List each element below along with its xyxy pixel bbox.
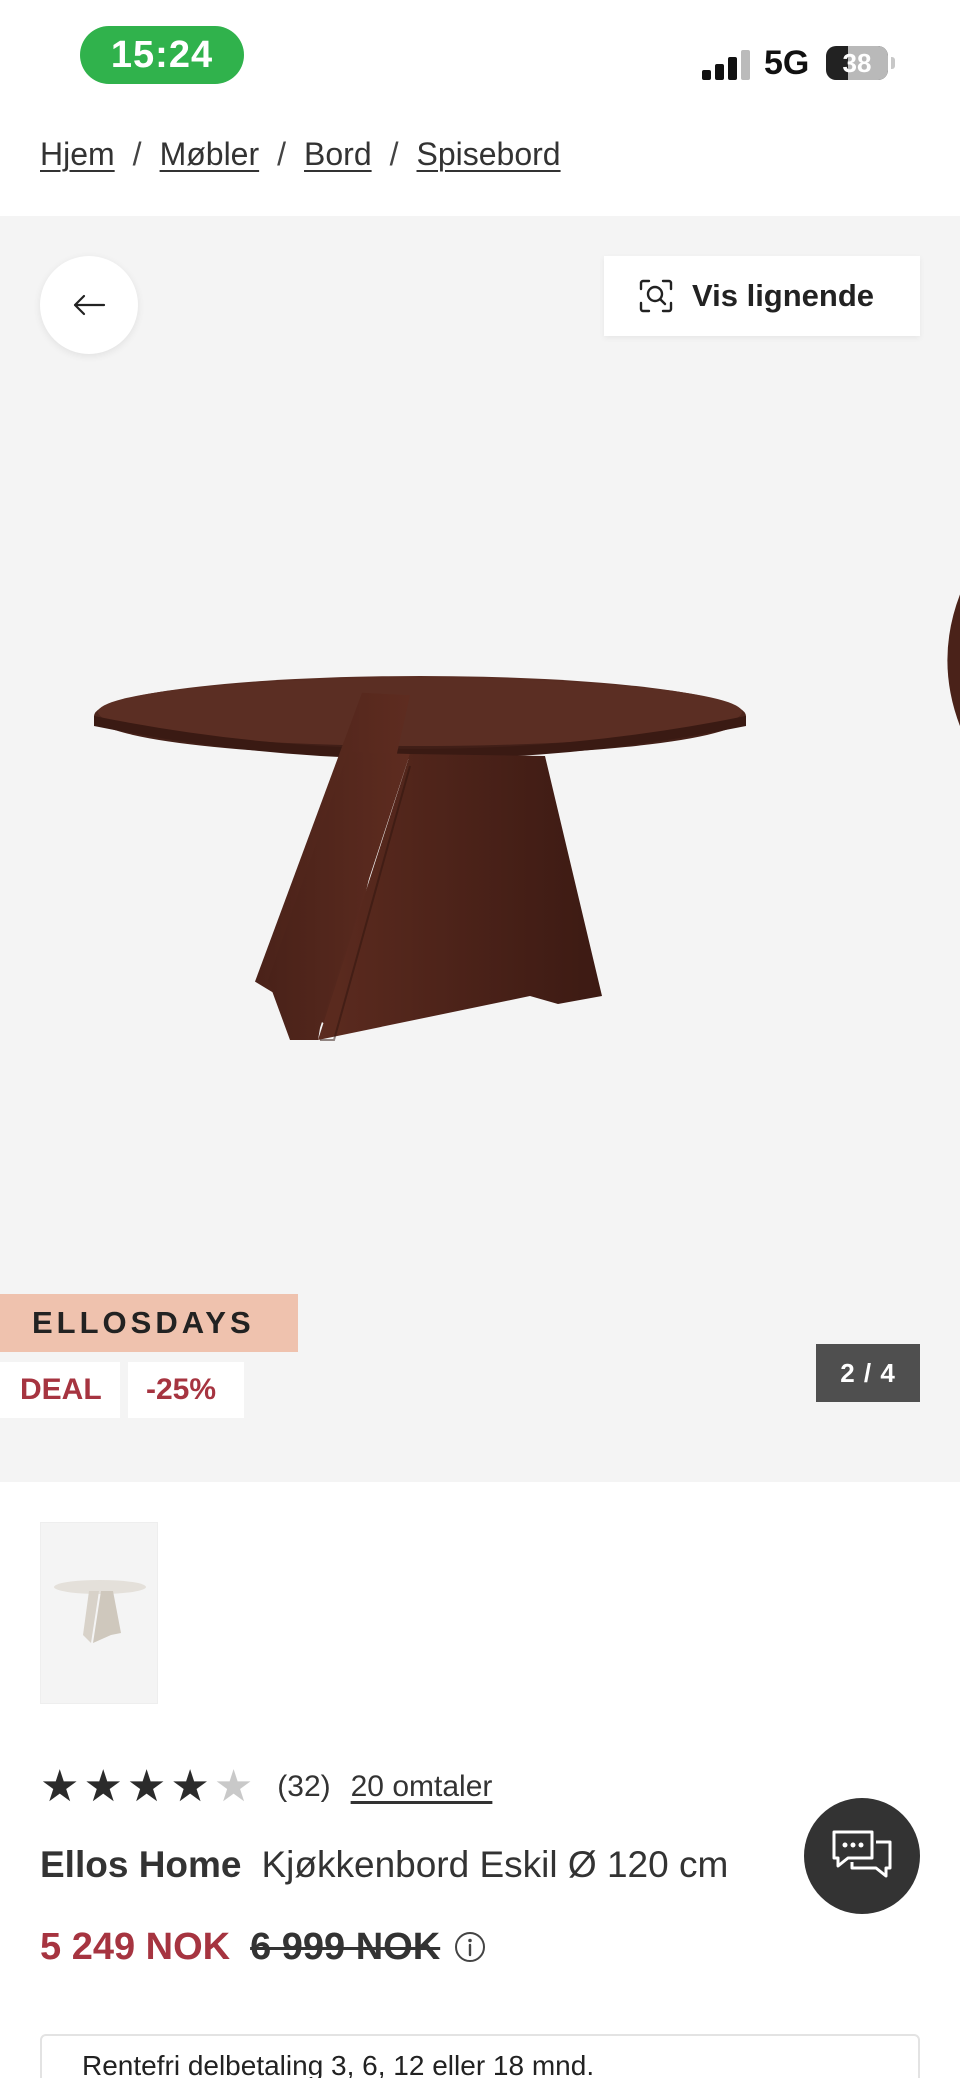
similar-products-button[interactable]: Vis lignende	[604, 256, 920, 336]
breadcrumb: Hjem / Møbler / Bord / Spisebord	[40, 132, 561, 176]
rating-count: (32)	[277, 1770, 331, 1803]
status-bar: 15:24 5G 38	[0, 0, 960, 112]
thumbnail-image	[54, 1580, 146, 1643]
installment-box[interactable]: Rentefri delbetaling 3, 6, 12 eller 18 m…	[40, 2034, 920, 2078]
breadcrumb-home[interactable]: Hjem	[40, 136, 115, 173]
breadcrumb-mobler[interactable]: Møbler	[160, 136, 260, 173]
star-rating: ★ ★ ★ ★ ★	[40, 1765, 257, 1809]
promo-label: ELLOSDAYS	[0, 1294, 298, 1352]
price-row: 5 249 NOK 6 999 NOK	[40, 1922, 486, 1972]
deal-badge: DEAL	[0, 1362, 120, 1418]
discount-badge: -25%	[128, 1362, 244, 1418]
similar-products-label: Vis lignende	[692, 278, 875, 313]
star-icon: ★	[40, 1762, 80, 1811]
breadcrumb-bord[interactable]: Bord	[304, 136, 372, 173]
battery-level: 38	[842, 47, 872, 78]
star-icon: ★	[83, 1762, 123, 1811]
rating: ★ ★ ★ ★ ★ (32) 20 omtaler	[40, 1762, 492, 1812]
visual-search-icon	[639, 279, 673, 313]
breadcrumb-separator: /	[389, 135, 399, 172]
chat-button[interactable]	[804, 1798, 920, 1914]
battery-icon: 38	[826, 46, 888, 80]
next-image-peek	[947, 594, 960, 726]
signal-icon	[702, 48, 750, 80]
info-icon[interactable]	[454, 1931, 486, 1963]
product-image[interactable]	[90, 596, 750, 1096]
chat-bubbles-icon	[832, 1830, 892, 1878]
product-title: Ellos Home Kjøkkenbord Eskil Ø 120 cm	[40, 1840, 728, 1890]
arrow-left-icon	[73, 294, 106, 316]
product-brand[interactable]: Ellos Home	[40, 1844, 242, 1886]
breadcrumb-separator: /	[277, 135, 287, 172]
breadcrumb-spisebord[interactable]: Spisebord	[417, 136, 561, 173]
image-counter: 2 / 4	[816, 1344, 920, 1402]
status-time: 15:24	[80, 26, 244, 84]
installment-text: Rentefri delbetaling 3, 6, 12 eller 18 m…	[82, 2050, 595, 2078]
thumbnail-1[interactable]	[40, 1522, 158, 1704]
product-name: Kjøkkenbord Eskil Ø 120 cm	[261, 1844, 729, 1885]
product-gallery[interactable]: Vis lignende ELLOSDAYS DEAL -25% 2 / 4	[0, 216, 960, 1482]
star-icon: ★	[170, 1762, 210, 1811]
breadcrumb-separator: /	[132, 135, 142, 172]
back-button[interactable]	[40, 256, 138, 354]
star-empty-icon: ★	[213, 1762, 254, 1811]
price-original: 6 999 NOK	[250, 1925, 441, 1968]
network-type: 5G	[764, 44, 810, 82]
reviews-link[interactable]: 20 omtaler	[351, 1770, 493, 1804]
star-icon: ★	[126, 1762, 167, 1811]
price-current: 5 249 NOK	[40, 1925, 231, 1968]
